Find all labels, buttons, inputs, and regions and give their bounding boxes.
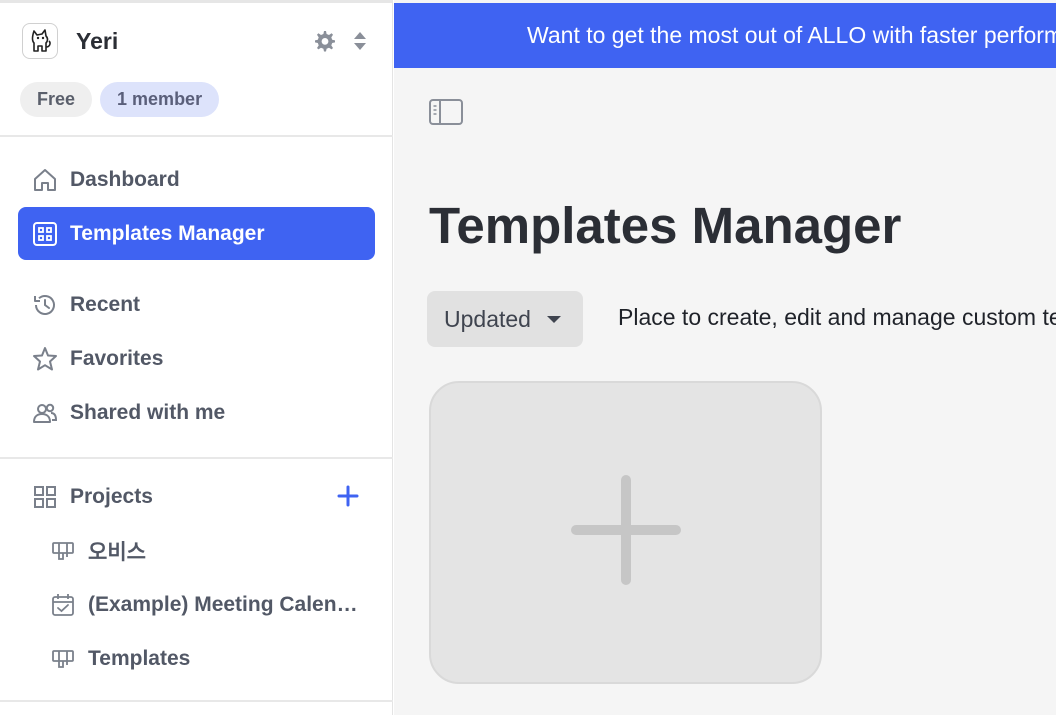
page-description: Place to create, edit and manage custom … (618, 304, 1056, 330)
grid-icon (30, 482, 60, 512)
users-icon (30, 398, 60, 428)
nav-item-label: Favorites (70, 346, 164, 370)
projects-header[interactable]: Projects (18, 471, 375, 523)
sidebar: Yeri Free 1 member Dashboard Templates M… (0, 0, 393, 715)
board-icon (48, 644, 78, 674)
projects-label: Projects (70, 485, 153, 508)
nav-item-templates-manager[interactable]: Templates Manager (18, 207, 375, 260)
nav-item-recent[interactable]: Recent (18, 278, 375, 331)
nav-item-label: Dashboard (70, 167, 180, 191)
project-item-label: Templates (88, 647, 191, 670)
nav-item-shared-with-me[interactable]: Shared with me (18, 386, 375, 439)
gear-icon[interactable] (312, 29, 336, 53)
sort-dropdown[interactable]: Updated (427, 291, 583, 347)
history-icon (30, 290, 60, 320)
caret-down-icon (546, 315, 561, 323)
divider (0, 700, 393, 702)
page-title: Templates Manager (429, 197, 902, 254)
cat-logo-icon (22, 23, 58, 59)
project-item[interactable]: 오비스 (48, 526, 368, 576)
grid-icon (30, 219, 60, 249)
project-item[interactable]: (Example) Meeting Calendar (48, 580, 368, 630)
nav-item-label: Recent (70, 292, 141, 316)
board-icon (48, 536, 78, 566)
members-badge[interactable]: 1 member (100, 82, 220, 117)
banner-text: Want to get the most out of ALLO with fa… (527, 22, 1056, 48)
sidebar-toggle-icon[interactable] (428, 96, 464, 128)
nav-item-label: Shared with me (70, 400, 226, 424)
project-item-label: 오비스 (88, 541, 146, 564)
project-item-label: (Example) Meeting Calendar (88, 593, 368, 616)
divider (0, 457, 393, 459)
workspace-header[interactable]: Yeri (22, 23, 372, 61)
home-icon (30, 165, 60, 195)
nav-item-dashboard[interactable]: Dashboard (18, 153, 375, 206)
divider (0, 135, 393, 137)
workspace-name: Yeri (76, 28, 119, 54)
sort-dropdown-label: Updated (444, 305, 531, 332)
upgrade-banner[interactable]: Want to get the most out of ALLO with fa… (394, 3, 1056, 68)
calendar-check-icon (48, 590, 78, 620)
main-content: Want to get the most out of ALLO with fa… (394, 0, 1056, 715)
plus-icon (570, 475, 681, 590)
nav-item-label: Templates Manager (70, 221, 265, 245)
add-template-card[interactable] (429, 381, 822, 684)
add-project-icon[interactable] (335, 483, 361, 509)
nav-item-favorites[interactable]: Favorites (18, 332, 375, 385)
star-icon (30, 344, 60, 374)
project-item[interactable]: Templates (48, 634, 368, 684)
workspace-badges: Free 1 member (20, 82, 220, 117)
chevron-up-down-icon[interactable] (352, 29, 368, 53)
plan-badge: Free (20, 82, 93, 117)
